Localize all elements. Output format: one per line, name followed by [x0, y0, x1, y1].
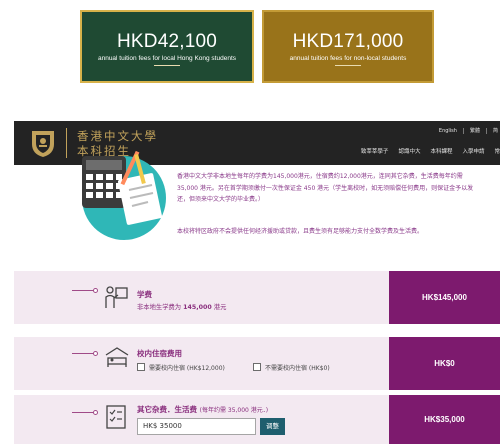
nav-item-programmes[interactable]: 本科課程 [430, 147, 452, 155]
nonlocal-fee-caption: annual tuition fees for non-local studen… [289, 55, 407, 62]
tuition-sub-value: 145,000 [183, 304, 212, 311]
tuition-sub-suffix: 港元 [213, 304, 227, 311]
checklist-icon [106, 405, 126, 429]
brand-title[interactable]: 香港中文大學 [77, 130, 158, 143]
card-rule [335, 65, 361, 66]
divider [462, 127, 464, 134]
no-housing-label[interactable]: 不需要校内住宿 (HK$0) [265, 363, 330, 372]
cuhk-crest-icon[interactable] [28, 128, 58, 158]
row-connector [72, 412, 94, 413]
need-housing-checkbox[interactable] [137, 363, 145, 371]
row-connector [72, 290, 94, 291]
need-housing-label[interactable]: 需要校内住宿 (HK$12,000) [149, 363, 225, 372]
bed-house-icon [105, 347, 129, 367]
local-fee-card: HKD42,100 annual tuition fees for local … [80, 10, 254, 83]
currency-prefix: HK$ [143, 422, 158, 430]
intro-paragraph: 香港中文大学非本地生每年的学费为145,000港元，住宿费约12,000港元，连… [177, 173, 474, 203]
nav-item-students[interactable]: 致莘莘學子 [361, 147, 389, 155]
nav-item-admission[interactable]: 入學申請 [462, 147, 484, 155]
nav-item-about[interactable]: 認識中大 [398, 147, 420, 155]
row-connector [72, 353, 94, 354]
nav-item-more[interactable]: 常 [494, 147, 500, 155]
card-rule [154, 65, 180, 66]
no-housing-checkbox[interactable] [253, 363, 261, 371]
living-cost-value: 35000 [159, 422, 182, 430]
logo-divider [66, 128, 67, 158]
housing-title: 校内住宿费用 [137, 349, 182, 358]
row-dot [93, 351, 98, 356]
intro-note: 本校将特区政府不会提供任何经济援助或贷款，且费生须有足够能力支付全数学费及生活费… [177, 228, 424, 235]
housing-amount: HK$0 [389, 337, 500, 390]
tuition-title: 学费 [137, 290, 152, 299]
language-switcher: English 繁體 简 [439, 127, 498, 134]
lang-english-link[interactable]: English [439, 128, 457, 134]
nonlocal-fee-card: HKD171,000 annual tuition fees for non-l… [262, 10, 434, 83]
nonlocal-fee-amount: HKD171,000 [292, 31, 404, 52]
tuition-sub-prefix: 非本地生学费为 [137, 304, 182, 311]
tuition-amount: HK$145,000 [389, 271, 500, 324]
living-cost-input[interactable]: HK$ 35000 [137, 418, 256, 435]
calculator-illustration-icon [82, 150, 166, 240]
local-fee-caption: annual tuition fees for local Hong Kong … [97, 55, 237, 62]
local-fee-amount: HKD42,100 [116, 31, 218, 52]
other-costs-title: 其它杂费．生活费 (每年约需 35,000 港元．) [137, 404, 268, 415]
row-dot [93, 288, 98, 293]
tuition-description: 非本地生学费为 145,000 港元 [137, 302, 226, 311]
divider [485, 127, 487, 134]
other-costs-title-text: 其它杂费．生活费 [137, 405, 197, 414]
other-costs-amount: HK$35,000 [389, 395, 500, 444]
tuition-row [14, 271, 389, 324]
row-dot [93, 410, 98, 415]
lang-traditional-link[interactable]: 繁體 [470, 127, 480, 134]
adjust-button[interactable]: 调整 [260, 418, 285, 435]
teacher-board-icon [105, 286, 128, 308]
other-costs-note: (每年约需 35,000 港元．) [199, 407, 269, 414]
lang-simplified-link[interactable]: 简 [493, 127, 498, 134]
main-nav: 致莘莘學子 認識中大 本科課程 入學申請 常 [361, 147, 500, 155]
